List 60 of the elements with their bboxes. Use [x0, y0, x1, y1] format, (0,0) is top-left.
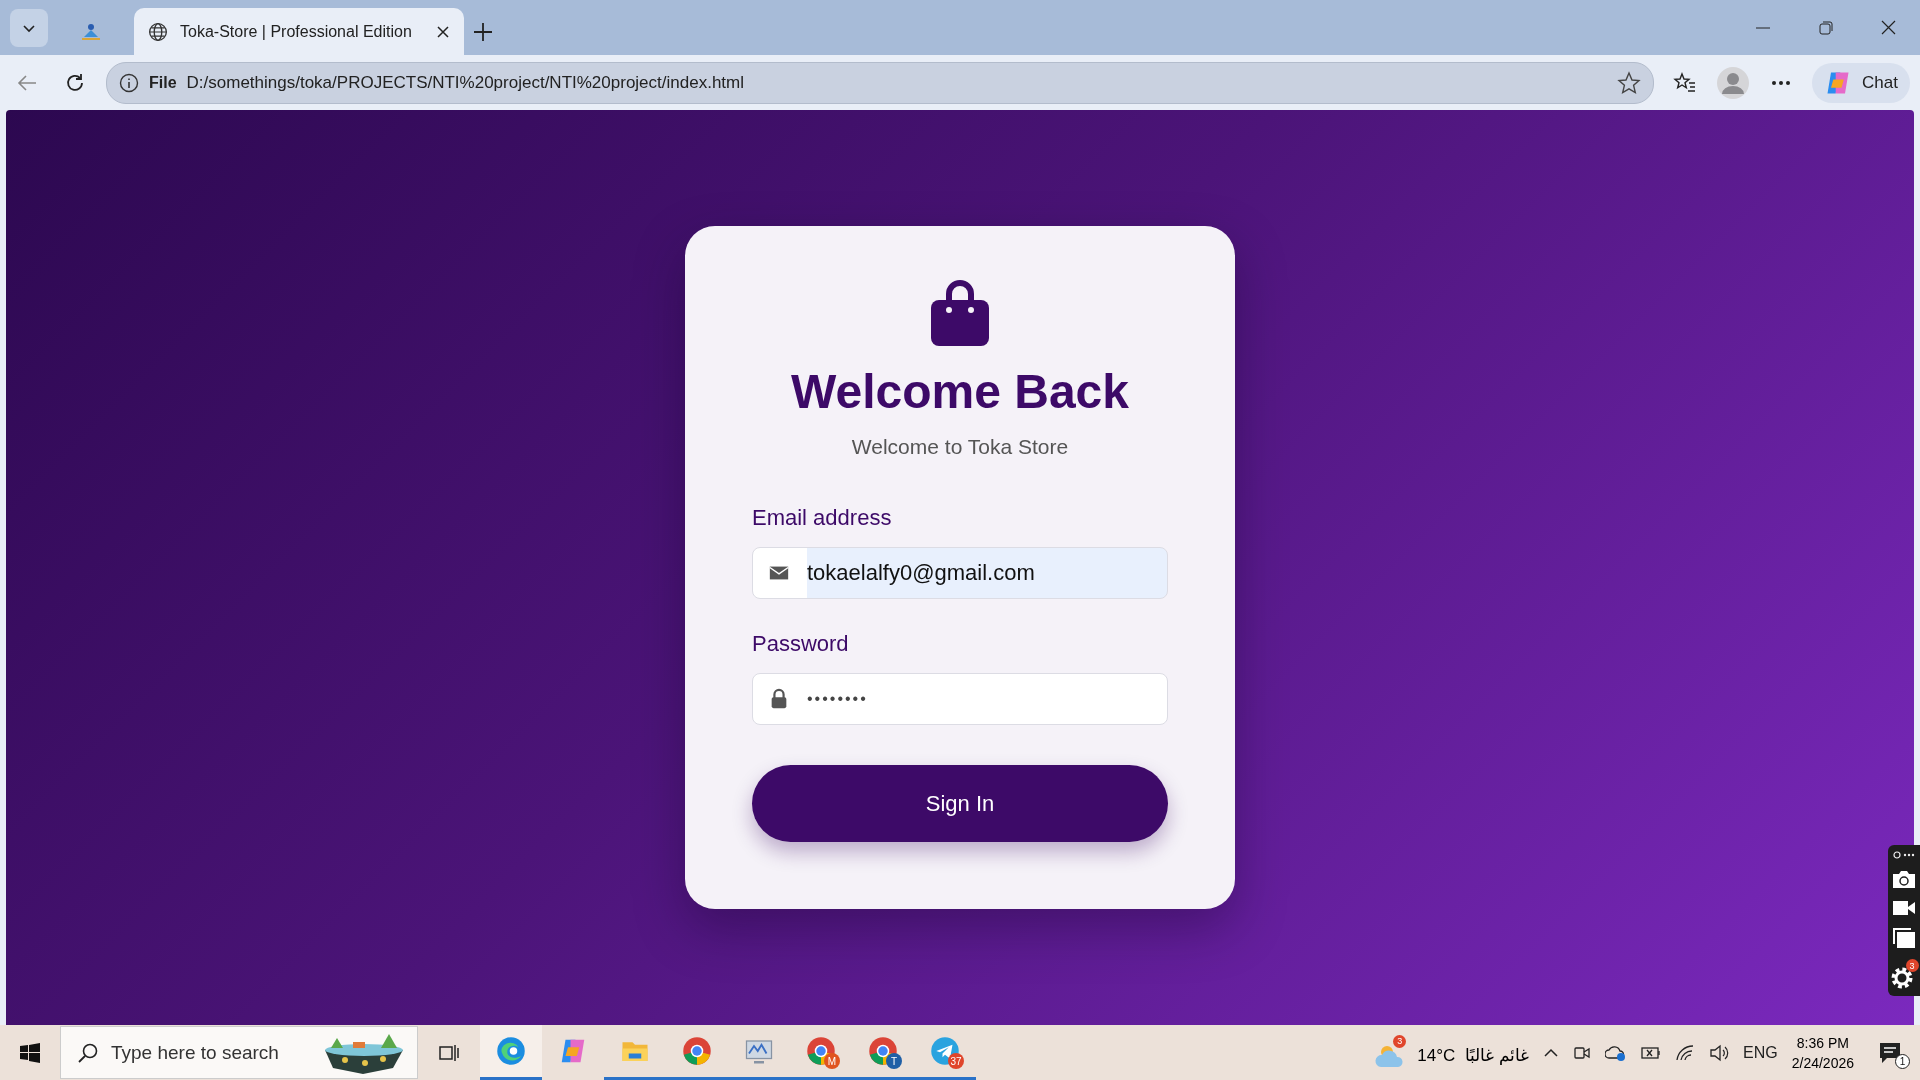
settings-button[interactable]: 3	[1889, 959, 1919, 990]
figure-icon	[81, 22, 101, 41]
shopping-bag-icon	[931, 280, 989, 346]
more-icon	[1771, 79, 1792, 86]
screenshot-button[interactable]	[1892, 869, 1916, 889]
address-bar[interactable]: File D:/somethings/toka/PROJECTS/NTI%20project/NTI%20project/index.html	[106, 61, 1655, 104]
record-button[interactable]	[1892, 899, 1916, 917]
restore-icon	[1818, 20, 1833, 35]
task-view-icon	[439, 1042, 459, 1063]
profile-button[interactable]	[1716, 65, 1751, 100]
star-list-icon	[1673, 70, 1698, 95]
user-icon	[1717, 66, 1750, 99]
new-tab-button[interactable]	[472, 21, 494, 43]
cloud-icon[interactable]	[1605, 1043, 1628, 1062]
taskbar-app-button[interactable]	[480, 1025, 542, 1080]
camera-icon	[1892, 869, 1916, 889]
app-badge: 37	[948, 1053, 964, 1069]
app-badge: M	[824, 1053, 840, 1069]
windows-stack-icon	[1892, 927, 1916, 949]
star-icon[interactable]	[1617, 70, 1642, 95]
windows-icon	[20, 1042, 40, 1063]
taskbar-search-field[interactable]: Type here to search	[60, 1026, 418, 1079]
sign-in-button[interactable]: Sign In	[752, 765, 1168, 842]
field-label: Email address	[752, 505, 893, 531]
more-icon[interactable]	[1892, 851, 1916, 859]
chat-button[interactable]: Chat	[1812, 62, 1910, 103]
language-indicator[interactable]: ENG	[1743, 1043, 1778, 1062]
email-field[interactable]: tokaelalfy0@gmail.com	[752, 547, 1168, 599]
globe-icon	[148, 21, 168, 42]
settings-badge: 3	[1905, 959, 1919, 972]
close-icon	[1881, 20, 1896, 35]
taskbar-app-button[interactable]: T	[852, 1025, 914, 1080]
chrome-icon	[682, 1036, 712, 1066]
minimize-icon	[1755, 26, 1770, 29]
window-capture-button[interactable]	[1892, 927, 1916, 949]
battery-icon[interactable]	[1641, 1045, 1662, 1060]
site-scheme-label: File	[149, 73, 177, 92]
info-icon[interactable]	[119, 72, 139, 93]
browser-tab[interactable]: Toka-Store | Professional Edition	[134, 8, 464, 55]
field-label: Password	[752, 631, 850, 657]
app-badge: T	[886, 1053, 902, 1069]
login-title: Welcome Back	[791, 364, 1129, 419]
telegram-icon	[930, 1036, 960, 1066]
password-field[interactable]: ••••••••	[752, 673, 1168, 725]
taskbar-app-button[interactable]: 37	[914, 1025, 976, 1080]
video-camera-icon	[1892, 899, 1916, 917]
url-text: D:/somethings/toka/PROJECTS/NTI%20project/NTI%20project/index.html	[186, 72, 745, 93]
wifi-icon[interactable]	[1675, 1043, 1696, 1062]
edge-icon	[496, 1036, 526, 1066]
weather-badge: 3	[1393, 1034, 1407, 1048]
clock[interactable]: 8:36 PM 2/24/2026	[1791, 1032, 1854, 1073]
chrome-icon	[806, 1036, 836, 1066]
login-subtitle: Welcome to Toka Store	[851, 435, 1069, 459]
reload-icon	[64, 71, 86, 94]
plus-icon	[472, 21, 494, 43]
search-icon	[77, 1041, 99, 1064]
message-icon	[1878, 1040, 1902, 1065]
close-icon[interactable]	[436, 24, 450, 39]
speaker-icon[interactable]	[1709, 1043, 1730, 1062]
taskbar-app-button[interactable]: M	[790, 1025, 852, 1080]
